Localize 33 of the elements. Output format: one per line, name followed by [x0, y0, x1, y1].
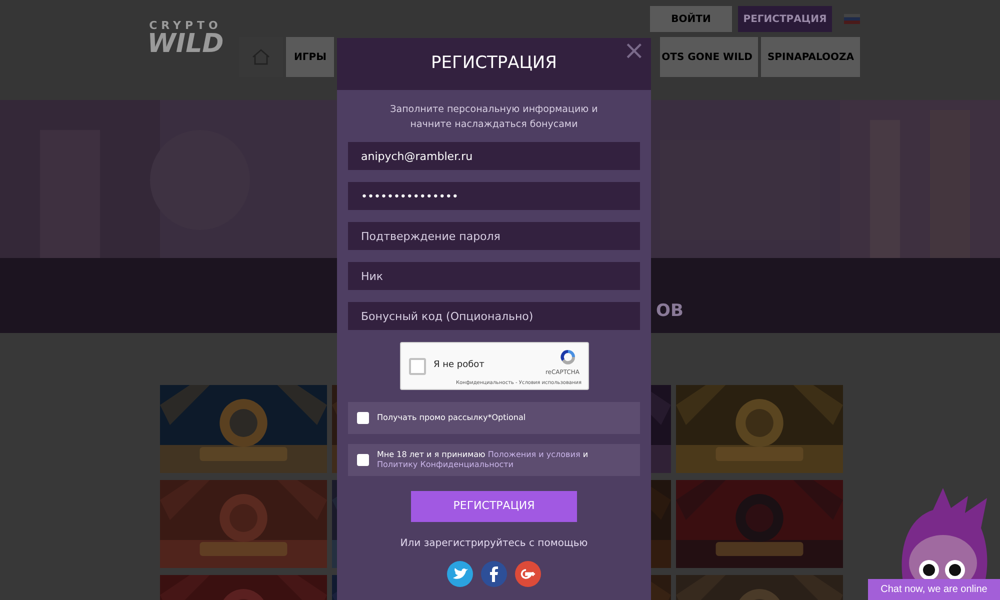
captcha-label: Я не робот	[434, 359, 484, 372]
logo[interactable]: CRYPTO WILD	[148, 20, 223, 57]
close-button[interactable]: ×	[623, 38, 645, 64]
login-button[interactable]: ВОЙТИ	[650, 6, 732, 32]
social-caption: Или зарегистрируйтесь с помощью	[400, 537, 588, 551]
register-submit-button[interactable]: РЕГИСТРАЦИЯ	[411, 491, 577, 522]
recaptcha-icon	[558, 348, 578, 366]
nav-item[interactable]: ИГРЫ	[286, 37, 334, 77]
register-button[interactable]: РЕГИСТРАЦИЯ	[738, 6, 832, 32]
input-field[interactable]: •••••••••••••••	[348, 182, 640, 210]
captcha-checkbox[interactable]	[408, 358, 426, 374]
google-plus-icon[interactable]	[515, 561, 541, 587]
nav-item[interactable]: SPINAPALOOZA	[761, 37, 860, 77]
input-field[interactable]: Подтверждение пароля	[348, 222, 640, 250]
intro-text: Заполните персональную информацию и начните наслаждаться бонусами	[389, 103, 599, 132]
terms-link[interactable]: Положения и условия	[488, 450, 580, 459]
twitter-icon[interactable]	[447, 561, 473, 587]
checkbox-row[interactable]: Получать промо рассылку*Optional	[348, 402, 640, 434]
input-field[interactable]: Ник	[348, 262, 640, 290]
checkbox[interactable]	[357, 412, 369, 424]
terms-link[interactable]: Политику Конфиденциальности	[377, 460, 514, 469]
section-heading: ОВ	[656, 300, 684, 323]
flag-icon[interactable]	[844, 14, 860, 24]
facebook-icon[interactable]	[481, 561, 507, 587]
input-field[interactable]: anipych@rambler.ru	[348, 142, 640, 170]
modal-title: РЕГИСТРАЦИЯ	[431, 52, 557, 76]
checkbox-label: Мне 18 лет и я принимаю Положения и условия и Политику Конфиденциальности	[377, 450, 590, 470]
input-field[interactable]: Бонусный код (Опционально)	[348, 302, 640, 330]
checkbox-row[interactable]: Мне 18 лет и я принимаю Положения и условия и Политику Конфиденциальности	[348, 444, 640, 476]
checkbox-label: Получать промо рассылку*Optional	[377, 413, 526, 423]
checkbox[interactable]	[357, 454, 369, 466]
chat-button[interactable]: Chat now, we are online	[868, 579, 1000, 600]
nav-item[interactable]: OTS GONE WILD	[660, 37, 758, 77]
